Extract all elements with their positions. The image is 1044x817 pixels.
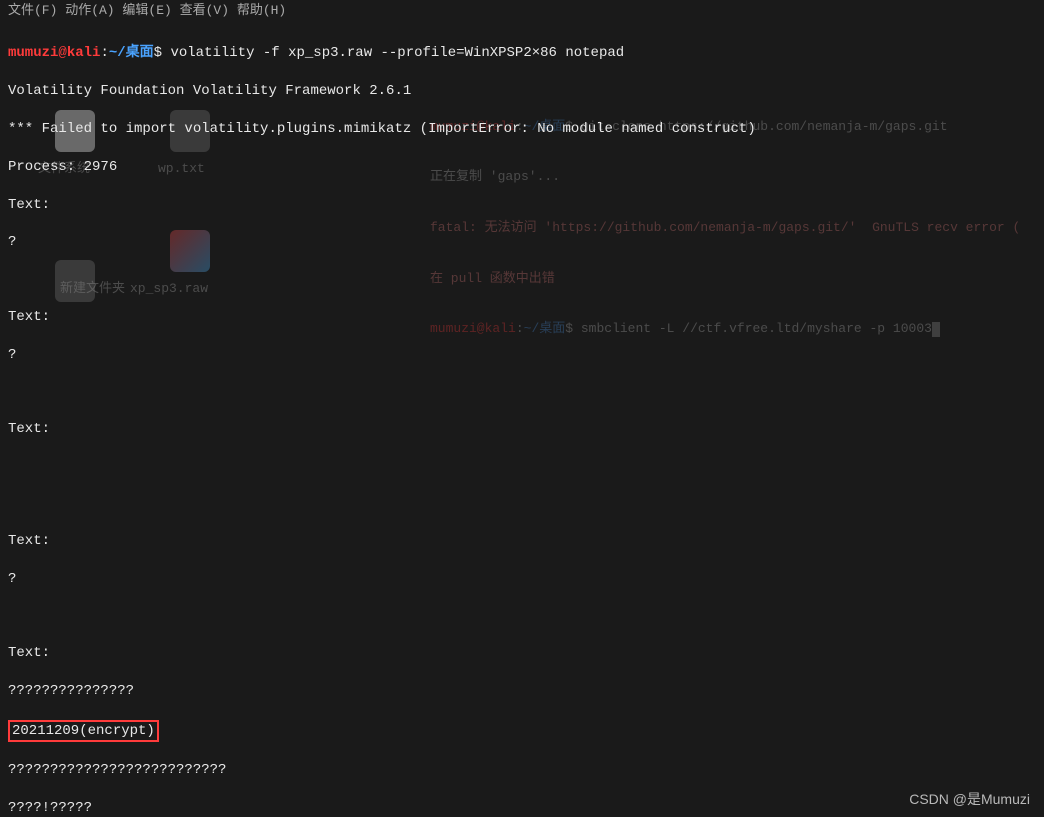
output-line: ??????????????????????????	[8, 761, 1036, 780]
output-line: ?	[8, 570, 1036, 589]
output-line: Text:	[8, 644, 1036, 663]
output-line: ???????????????	[8, 682, 1036, 701]
menubar: 文件(F) 动作(A) 编辑(E) 查看(V) 帮助(H)	[0, 0, 1044, 22]
output-line: Text:	[8, 196, 1036, 215]
watermark: CSDN @是Mumuzi	[909, 790, 1030, 809]
output-line	[8, 458, 1036, 476]
highlight-box: 20211209(encrypt)	[8, 720, 1036, 742]
terminal[interactable]: mumuzi@kali:~/桌面$ volatility -f xp_sp3.r…	[0, 22, 1044, 817]
output-line: ????!?????	[8, 799, 1036, 817]
prompt-line[interactable]: mumuzi@kali:~/桌面$ volatility -f xp_sp3.r…	[8, 44, 1036, 63]
output-line	[8, 271, 1036, 289]
output-line	[8, 608, 1036, 626]
output-line: Text:	[8, 532, 1036, 551]
output-line: Volatility Foundation Volatility Framewo…	[8, 82, 1036, 101]
output-line	[8, 495, 1036, 513]
output-line: ?	[8, 233, 1036, 252]
output-line: Process: 2976	[8, 158, 1036, 177]
output-line: Text:	[8, 420, 1036, 439]
prompt-user: mumuzi	[8, 45, 58, 61]
command: volatility -f xp_sp3.raw --profile=WinXP…	[170, 45, 624, 61]
output-line: Text:	[8, 308, 1036, 327]
output-line	[8, 384, 1036, 402]
output-line: ?	[8, 346, 1036, 365]
output-line: *** Failed to import volatility.plugins.…	[8, 120, 1036, 139]
